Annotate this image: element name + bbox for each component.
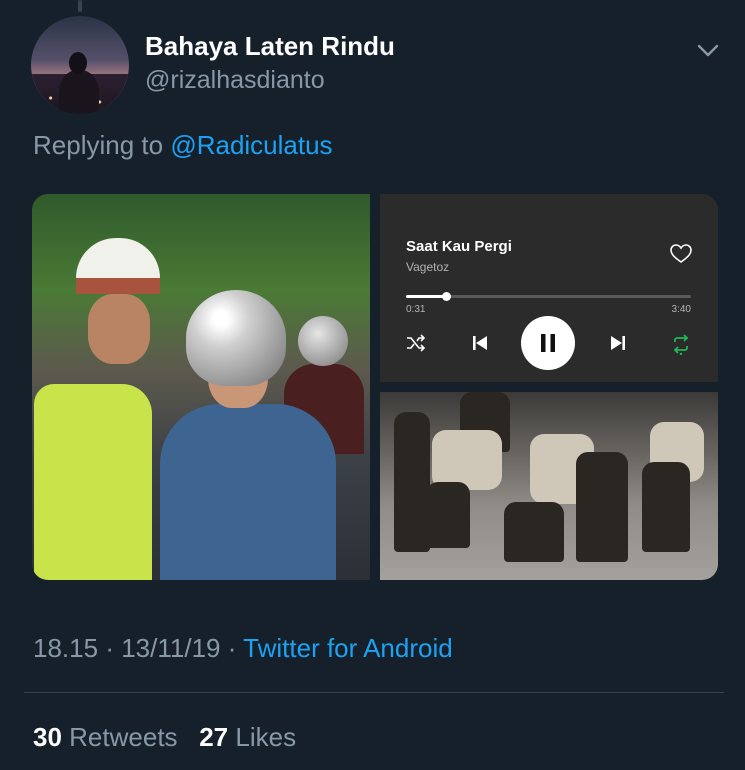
photo-shape <box>394 412 430 552</box>
photo-shape <box>88 294 150 364</box>
media-grid: Saat Kau Pergi Vagetoz 0:31 3:40 <box>32 194 718 580</box>
photo-shape <box>298 316 348 366</box>
photo-shape <box>576 452 628 562</box>
avatar-figure-body <box>59 70 99 114</box>
total-duration: 3:40 <box>671 304 691 315</box>
likes-label: Likes <box>235 722 297 752</box>
replying-prefix: Replying to <box>33 130 164 160</box>
photo-police-crowd[interactable] <box>380 392 718 580</box>
retweets-count: 30 <box>33 722 62 752</box>
replying-to: Replying to @Radiculatus <box>33 130 333 161</box>
avatar-figure-head <box>69 52 87 74</box>
avatar[interactable] <box>31 16 129 114</box>
heart-icon[interactable] <box>670 244 692 264</box>
photo-shape <box>642 462 690 552</box>
progress-knob[interactable] <box>441 292 451 301</box>
photo-shape <box>76 278 160 294</box>
photo-shape <box>186 290 286 386</box>
progress-fill <box>406 295 446 298</box>
thread-line <box>78 0 82 12</box>
retweets-label: Retweets <box>69 722 178 752</box>
photo-police-officers[interactable] <box>32 194 370 580</box>
tweet-stats: 30 Retweets 27 Likes <box>33 722 296 753</box>
pause-icon <box>541 334 555 352</box>
progress-track[interactable] <box>406 292 691 301</box>
mention-link[interactable]: @Radiculatus <box>170 130 332 160</box>
skip-previous-icon[interactable] <box>470 333 490 353</box>
song-title: Saat Kau Pergi <box>406 238 512 255</box>
meta-separator: · <box>227 633 237 663</box>
likes-count: 27 <box>199 722 229 752</box>
shuffle-icon[interactable] <box>406 334 426 352</box>
likes-stat[interactable]: 27 Likes <box>199 722 296 752</box>
chevron-down-icon[interactable] <box>694 36 722 64</box>
display-name[interactable]: Bahaya Laten Rindu <box>145 31 395 62</box>
tweet-time: 18.15 <box>33 633 99 663</box>
tweet-source-link[interactable]: Twitter for Android <box>243 633 453 663</box>
elapsed-time: 0:31 <box>406 304 426 315</box>
photo-shape <box>426 482 470 548</box>
song-artist: Vagetoz <box>406 260 450 274</box>
photo-shape <box>432 430 502 490</box>
photo-shape <box>504 502 564 562</box>
pause-button[interactable] <box>521 316 575 370</box>
retweets-stat[interactable]: 30 Retweets <box>33 722 178 752</box>
tweet-date: 13/11/19 <box>121 633 221 663</box>
tweet-meta: 18.15 · 13/11/19 · Twitter for Android <box>33 633 453 664</box>
photo-shape <box>34 384 152 580</box>
user-handle[interactable]: @rizalhasdianto <box>145 66 325 95</box>
divider <box>24 692 724 693</box>
repeat-icon[interactable] <box>670 333 692 355</box>
music-player-screenshot[interactable]: Saat Kau Pergi Vagetoz 0:31 3:40 <box>380 194 718 382</box>
skip-next-icon[interactable] <box>608 333 628 353</box>
meta-separator: · <box>105 633 114 663</box>
photo-shape <box>160 404 336 580</box>
